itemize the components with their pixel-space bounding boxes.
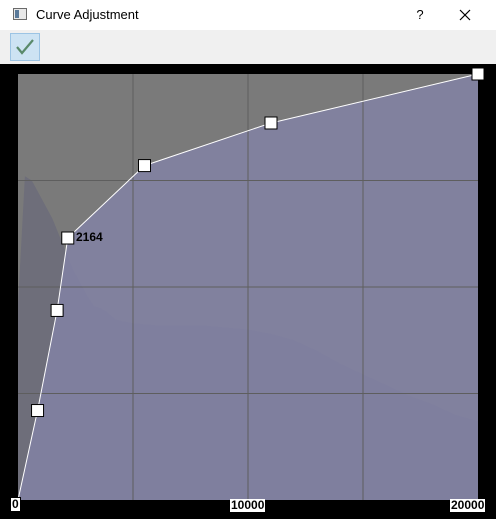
- curve-adjustment-window: Curve Adjustment ? 2164 0 10000 20000: [0, 0, 496, 519]
- curve-control-point[interactable]: [138, 159, 151, 173]
- title-bar[interactable]: Curve Adjustment ?: [0, 0, 496, 30]
- curve-plot[interactable]: [0, 64, 496, 519]
- selected-point-label: 2164: [76, 230, 103, 244]
- curve-control-point[interactable]: [50, 303, 64, 317]
- checkmark-icon: [16, 39, 34, 55]
- help-button[interactable]: ?: [406, 0, 434, 30]
- curve-control-point[interactable]: [31, 404, 45, 418]
- apply-button[interactable]: [10, 33, 40, 61]
- toolbar: [0, 30, 496, 64]
- x-tick-label-min: 0: [10, 497, 21, 512]
- curve-control-point[interactable]: [61, 231, 75, 245]
- x-tick-label-max: 20000: [450, 498, 486, 512]
- close-icon: [459, 9, 471, 21]
- window-title: Curve Adjustment: [36, 7, 139, 22]
- curve-chart[interactable]: 2164 0 10000 20000: [0, 64, 496, 519]
- curve-control-point[interactable]: [471, 67, 485, 81]
- app-window-icon: [13, 8, 27, 20]
- x-tick-label-mid: 10000: [230, 498, 266, 512]
- curve-control-point[interactable]: [264, 116, 278, 130]
- close-button[interactable]: [448, 0, 482, 30]
